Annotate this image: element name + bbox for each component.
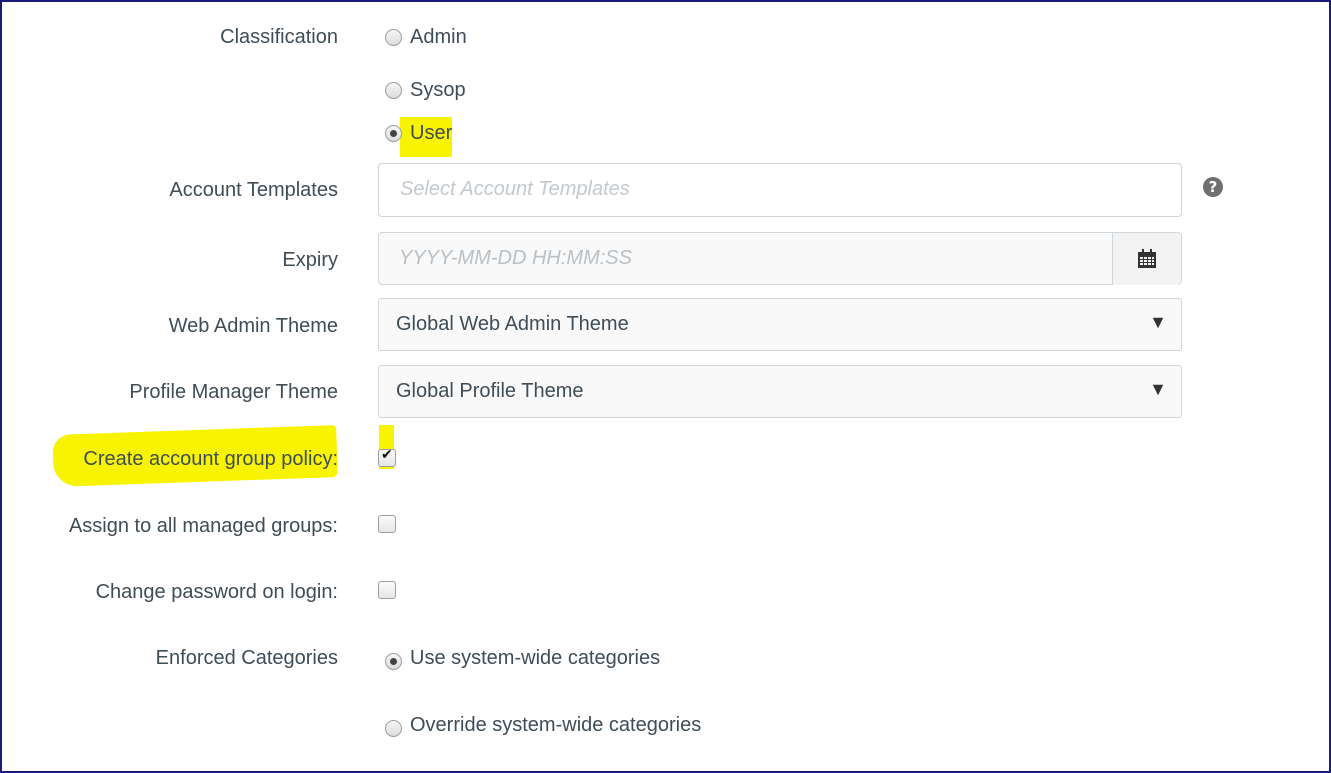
radio-sysop-button[interactable] [385,81,402,99]
radio-override-system-wide-categories[interactable]: Override system-wide categories [385,713,701,737]
radio-use-system-wide-categories[interactable]: Use system-wide categories [385,646,660,670]
calendar-icon [1138,249,1156,268]
profile-manager-theme-label: Profile Manager Theme [129,381,338,403]
account-templates-input[interactable]: Select Account Templates [378,163,1182,217]
radio-sysop-label: Sysop [410,78,466,101]
classification-label: Classification [220,26,338,48]
profile-manager-theme-value: Global Profile Theme [396,380,584,402]
assign-to-all-managed-groups-label: Assign to all managed groups: [68,515,338,537]
expiry-input[interactable]: YYYY-MM-DD HH:MM:SS [378,232,1182,285]
radio-admin-label: Admin [410,25,467,48]
radio-user-label: User [410,121,453,144]
calendar-button[interactable] [1112,233,1181,285]
radio-override-system-wide-button[interactable] [385,719,402,737]
radio-sysop[interactable]: Sysop [385,78,466,102]
create-account-group-policy-label: Create account group policy: [83,448,338,470]
web-admin-theme-select[interactable]: Global Web Admin Theme ▼ [378,298,1182,351]
change-password-on-login-checkbox[interactable] [378,581,396,599]
account-templates-placeholder: Select Account Templates [400,178,630,200]
profile-manager-theme-select[interactable]: Global Profile Theme ▼ [378,365,1182,418]
dropdown-arrow-icon: ▼ [1149,379,1167,399]
radio-use-system-wide-button[interactable] [385,652,402,670]
radio-user-button[interactable] [385,124,402,142]
expiry-label: Expiry [282,249,338,271]
assign-to-all-managed-groups-checkbox[interactable] [378,515,396,533]
web-admin-theme-value: Global Web Admin Theme [396,313,629,335]
question-circle-icon[interactable]: ? [1203,177,1223,197]
radio-use-system-wide-label: Use system-wide categories [410,646,661,669]
dropdown-arrow-icon: ▼ [1149,312,1167,332]
expiry-placeholder: YYYY-MM-DD HH:MM:SS [399,247,632,269]
radio-user[interactable]: User [385,121,452,145]
web-admin-theme-label: Web Admin Theme [168,315,338,337]
account-templates-label: Account Templates [169,179,338,201]
radio-override-system-wide-label: Override system-wide categories [410,713,702,736]
enforced-categories-label: Enforced Categories [155,647,338,669]
create-account-group-policy-checkbox[interactable] [378,447,396,467]
radio-admin[interactable]: Admin [385,25,467,49]
radio-admin-button[interactable] [385,28,402,46]
change-password-on-login-label: Change password on login: [95,581,338,603]
